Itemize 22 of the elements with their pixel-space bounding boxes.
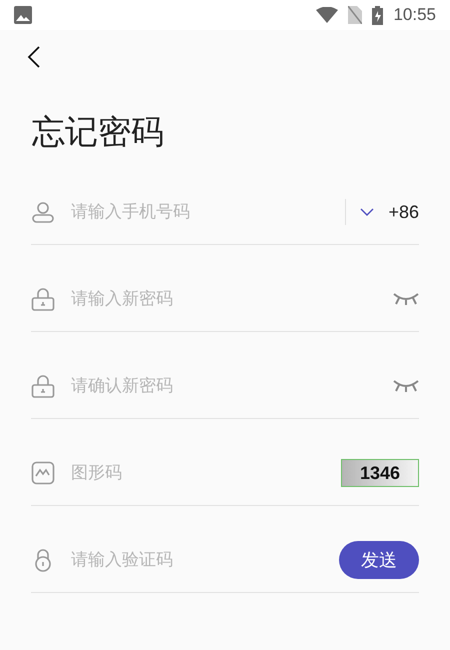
input-field[interactable]: 请确认新密码	[69, 375, 379, 397]
captcha-image[interactable]: 1346	[341, 459, 419, 487]
battery-charging-icon	[372, 6, 384, 24]
image-icon	[31, 461, 55, 485]
user-icon	[31, 200, 55, 224]
closed-eye-icon[interactable]	[393, 379, 419, 393]
input-field[interactable]: 图形码	[69, 462, 327, 484]
lock-icon	[31, 374, 55, 398]
closed-eye-icon[interactable]	[393, 292, 419, 306]
back-icon	[27, 45, 41, 69]
country-code[interactable]: +86	[388, 202, 419, 222]
input-field[interactable]: 请输入验证码	[69, 549, 325, 571]
input-field[interactable]: 请输入手机号码	[69, 201, 332, 223]
status-time: 10:55	[393, 5, 436, 25]
send-button[interactable]: 发送	[339, 541, 419, 579]
wifi-icon	[316, 7, 338, 23]
no-sim-icon	[348, 6, 362, 24]
image-icon	[14, 6, 32, 24]
page-title: 忘记密码	[32, 112, 165, 152]
lock-icon	[31, 287, 55, 311]
chevron-down-icon[interactable]	[360, 207, 374, 217]
input-field[interactable]: 请输入新密码	[69, 288, 379, 310]
